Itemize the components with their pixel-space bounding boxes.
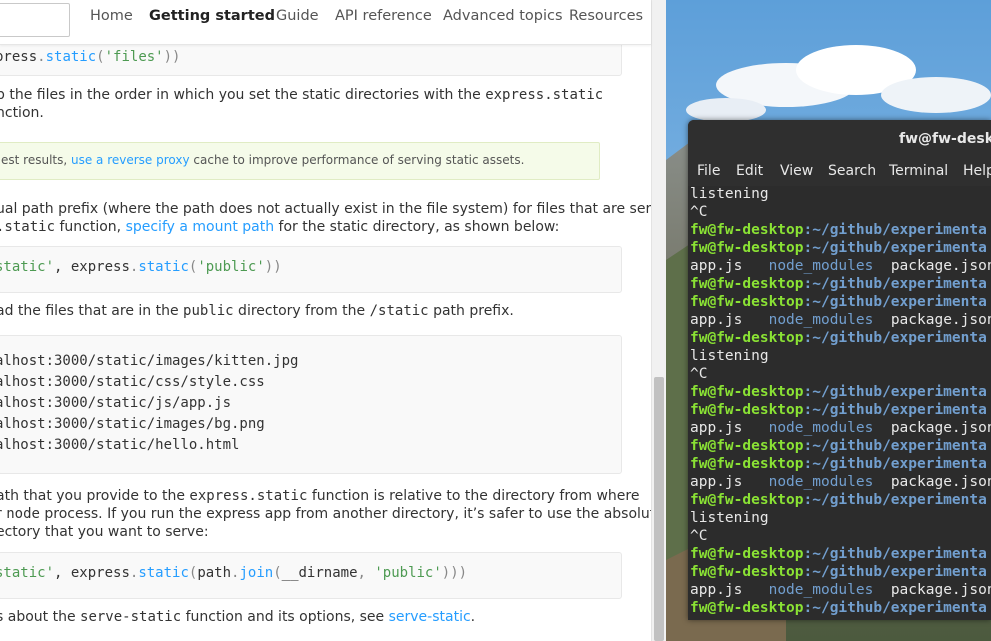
output-line: ^C xyxy=(690,366,708,382)
menu-help[interactable]: Help xyxy=(963,163,991,179)
code-line: press.static('files')) xyxy=(0,49,181,65)
nav-api-reference[interactable]: API reference xyxy=(335,8,432,24)
nav-home[interactable]: Home xyxy=(90,8,133,24)
paragraph-virtual-path: ual path prefix (where the path does not… xyxy=(0,201,651,217)
terminal-window[interactable]: fw@fw-deskt File Edit View Search Termin… xyxy=(688,120,991,620)
doc-content: press.static('files')) p the files in th… xyxy=(0,45,651,641)
output-line: ^C xyxy=(690,204,708,220)
output-line: listening xyxy=(690,510,769,526)
code-block-static-files: press.static('files')) xyxy=(0,45,622,76)
prompt-line: fw@fw-desktop:~/github/experimenta xyxy=(690,384,987,400)
paragraph-virtual-path-cont: .static function, specify a mount path f… xyxy=(0,219,560,235)
prompt-line: fw@fw-desktop:~/github/experimenta xyxy=(690,402,987,418)
prompt-line: fw@fw-desktop:~/github/experimenta xyxy=(690,276,987,292)
ls-output-line: app.js node_modules package.json xyxy=(690,420,991,436)
serve-static-link[interactable]: serve-static xyxy=(389,609,471,625)
ls-output-line: app.js node_modules package.json xyxy=(690,258,991,274)
ls-output-line: app.js node_modules package.json xyxy=(690,474,991,490)
terminal-titlebar[interactable]: fw@fw-deskt xyxy=(688,120,991,158)
reverse-proxy-link[interactable]: use a reverse proxy xyxy=(71,153,190,167)
output-line: listening xyxy=(690,348,769,364)
scrollbar-thumb[interactable] xyxy=(654,377,664,641)
menu-terminal[interactable]: Terminal xyxy=(889,163,948,179)
menu-search[interactable]: Search xyxy=(828,163,876,179)
terminal-title: fw@fw-deskt xyxy=(899,131,991,147)
url-line: alhost:3000/static/css/style.css xyxy=(0,374,265,390)
tip-box: est results, use a reverse proxy cache t… xyxy=(0,142,600,180)
prompt-line: fw@fw-desktop:~/github/experimenta xyxy=(690,294,987,310)
url-line: alhost:3000/static/images/bg.png xyxy=(0,416,265,432)
output-line: listening xyxy=(690,186,769,202)
tip-text: est results, use a reverse proxy cache t… xyxy=(1,153,525,167)
nav-guide[interactable]: Guide xyxy=(276,8,319,24)
code-block-mount-path: static', express.static('public')) xyxy=(0,246,622,293)
url-line: alhost:3000/static/js/app.js xyxy=(0,395,232,411)
prompt-line: fw@fw-desktop:~/github/experimenta xyxy=(690,492,987,508)
ls-output-line: app.js node_modules package.json xyxy=(690,582,991,598)
prompt-line: fw@fw-desktop:~/github/experimenta xyxy=(690,330,987,346)
paragraph-relative-path: ath that you provide to the express.stat… xyxy=(0,488,640,504)
code-block-urls: alhost:3000/static/images/kitten.jpg alh… xyxy=(0,335,622,474)
prompt-line: fw@fw-desktop:~/github/experimenta xyxy=(690,546,987,562)
nav-advanced-topics[interactable]: Advanced topics xyxy=(443,8,563,24)
prompt-line: fw@fw-desktop:~/github/experimenta xyxy=(690,222,987,238)
paragraph-serve-static: s about the serve-static function and it… xyxy=(0,609,476,625)
top-navigation: Home Getting started Guide API reference… xyxy=(0,0,651,45)
prompt-line: fw@fw-desktop:~/github/experimenta xyxy=(690,438,987,454)
browser-window: Home Getting started Guide API reference… xyxy=(0,0,666,641)
terminal-menubar: File Edit View Search Terminal Help xyxy=(688,158,991,187)
menu-view[interactable]: View xyxy=(780,163,813,179)
ls-output-line: app.js node_modules package.json xyxy=(690,312,991,328)
url-line: alhost:3000/static/images/kitten.jpg xyxy=(0,353,299,369)
prompt-line: fw@fw-desktop:~/github/experimenta xyxy=(690,564,987,580)
paragraph-relative-path-end: ectory that you want to serve: xyxy=(0,524,209,540)
menu-edit[interactable]: Edit xyxy=(736,163,763,179)
paragraph-order: p the files in the order in which you se… xyxy=(0,87,604,103)
code-line: static', express.static('public')) xyxy=(0,259,282,275)
url-line: alhost:3000/static/hello.html xyxy=(0,437,240,453)
code-block-dirname: static', express.static(path.join(__dirn… xyxy=(0,552,622,599)
menu-file[interactable]: File xyxy=(697,163,720,179)
output-line: ^C xyxy=(690,528,708,544)
terminal-output[interactable]: listening ^C fw@fw-desktop:~/github/expe… xyxy=(688,186,991,620)
prompt-line: fw@fw-desktop:~/github/experimenta xyxy=(690,240,987,256)
page-scrollbar[interactable] xyxy=(651,0,666,641)
paragraph-order-cont: nction. xyxy=(0,105,44,121)
code-line: static', express.static(path.join(__dirn… xyxy=(0,565,468,581)
prompt-line: fw@fw-desktop:~/github/experimenta xyxy=(690,600,987,616)
paragraph-load-files: ad the files that are in the public dire… xyxy=(0,303,514,319)
prompt-line: fw@fw-desktop:~/github/experimenta xyxy=(690,456,987,472)
mount-path-link[interactable]: specify a mount path xyxy=(126,219,275,235)
paragraph-relative-path-cont: r node process. If you run the express a… xyxy=(0,506,651,522)
nav-resources[interactable]: Resources xyxy=(569,8,643,24)
nav-getting-started[interactable]: Getting started xyxy=(149,8,275,24)
search-input[interactable] xyxy=(0,3,70,37)
